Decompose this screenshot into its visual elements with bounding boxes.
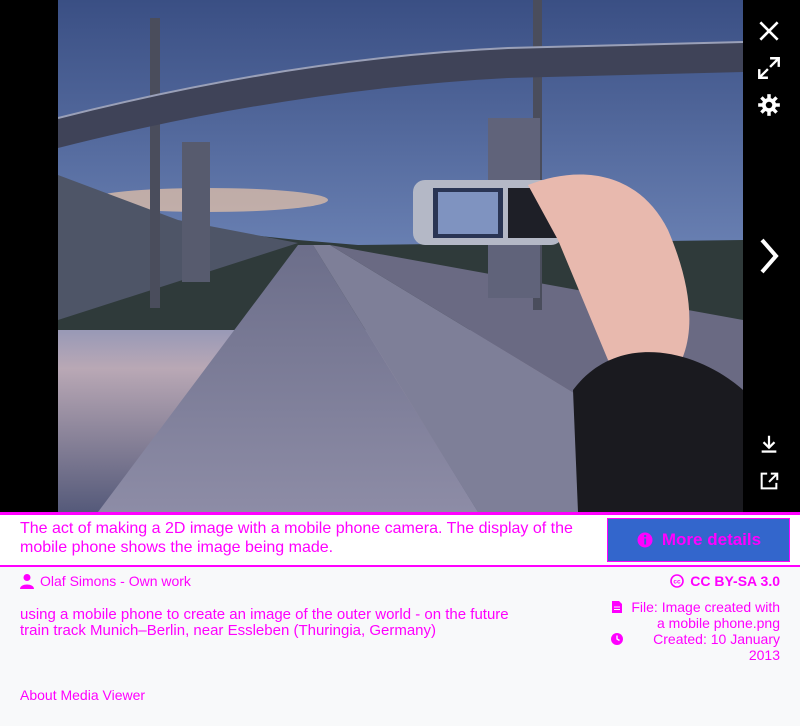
created-label: Created: 10 January 2013 [653,631,780,663]
fullscreen-button[interactable] [756,55,782,81]
cc-license-icon: cc [670,574,685,588]
created-row: Created: 10 January 2013 [610,631,780,663]
next-image-button[interactable] [756,236,782,276]
chevron-right-icon [756,236,782,276]
file-name-row: File: Image created with a mobile phone.… [610,599,780,631]
image-description: using a mobile phone to create an image … [20,606,509,639]
about-media-viewer-link[interactable]: About Media Viewer [20,687,145,703]
share-button[interactable] [758,470,780,492]
file-info: cc CC BY-SA 3.0 File: Image created with… [610,573,780,663]
user-icon [20,573,34,589]
gear-icon [756,92,782,118]
share-icon [758,470,780,492]
image-caption: The act of making a 2D image with a mobi… [20,520,573,556]
settings-button[interactable] [756,92,782,118]
clock-icon [610,632,624,646]
metadata-panel: The act of making a 2D image with a mobi… [0,515,800,726]
license-label: CC BY-SA 3.0 [690,573,780,589]
svg-text:cc: cc [674,579,682,586]
close-button[interactable] [756,18,782,44]
download-icon [758,432,780,456]
media-viewer [0,0,800,512]
author-label: Olaf Simons - Own work [40,573,191,589]
fullscreen-icon [756,55,782,81]
file-icon [610,600,624,614]
close-icon [756,18,782,44]
download-button[interactable] [758,432,780,456]
more-details-label: More details [661,530,762,549]
info-icon [636,531,654,549]
license-link[interactable]: cc CC BY-SA 3.0 [610,573,780,589]
more-details-button[interactable]: More details [607,518,790,562]
caption-bar: The act of making a 2D image with a mobi… [0,515,800,567]
main-image [58,0,743,512]
author-credit[interactable]: Olaf Simons - Own work [20,573,191,589]
file-name-label: File: Image created with a mobile phone.… [631,599,780,631]
